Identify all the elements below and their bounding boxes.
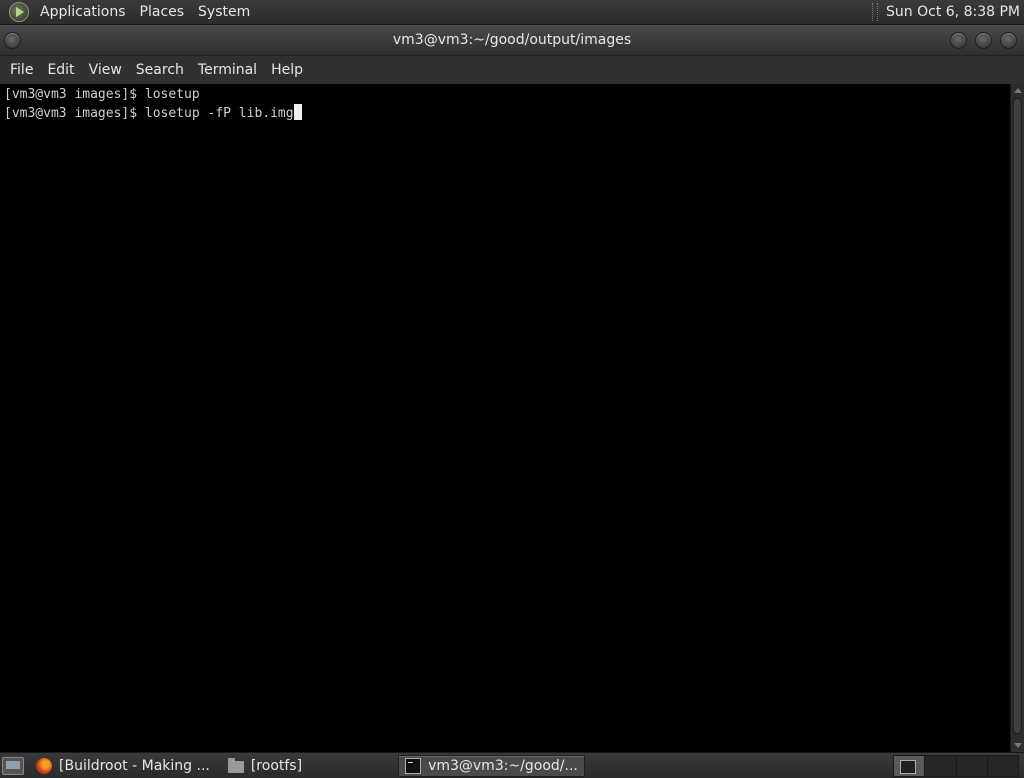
terminal-line-text: [vm3@vm3 images]$ losetup -fP lib.img bbox=[4, 106, 294, 121]
menu-file[interactable]: File bbox=[3, 56, 40, 84]
system-menu[interactable]: System bbox=[191, 0, 257, 24]
bottom-taskbar: [Buildroot - Making ... [rootfs] vm3@vm3… bbox=[0, 752, 1024, 778]
scroll-thumb[interactable] bbox=[1013, 98, 1022, 734]
close-button[interactable] bbox=[1000, 32, 1017, 49]
top-panel-menu: Applications Places System bbox=[33, 0, 257, 24]
places-menu[interactable]: Places bbox=[133, 0, 192, 24]
terminal-line-current: [vm3@vm3 images]$ losetup -fP lib.img bbox=[4, 104, 1010, 123]
task-terminal[interactable]: vm3@vm3:~/good/... bbox=[398, 754, 585, 777]
window-titlebar[interactable]: vm3@vm3:~/good/output/images bbox=[0, 25, 1024, 56]
menu-view[interactable]: View bbox=[82, 56, 129, 84]
workspace-4[interactable] bbox=[988, 756, 1018, 776]
menu-help[interactable]: Help bbox=[264, 56, 310, 84]
task-buildroot[interactable]: [Buildroot - Making ... bbox=[30, 755, 216, 777]
terminal-icon bbox=[405, 757, 422, 774]
firefox-icon bbox=[36, 757, 52, 774]
task-label: [rootfs] bbox=[250, 757, 303, 774]
applications-logo-icon[interactable] bbox=[9, 2, 29, 22]
window-menu-button[interactable] bbox=[4, 32, 21, 49]
workspace-switcher bbox=[893, 754, 1019, 777]
task-label: [Buildroot - Making ... bbox=[59, 757, 210, 774]
menubar: File Edit View Search Terminal Help bbox=[0, 56, 1024, 84]
scroll-down-icon[interactable] bbox=[1014, 743, 1022, 748]
window-title: vm3@vm3:~/good/output/images bbox=[392, 32, 632, 48]
task-label: vm3@vm3:~/good/... bbox=[428, 757, 578, 774]
terminal-cursor bbox=[293, 104, 302, 120]
applications-menu[interactable]: Applications bbox=[33, 0, 133, 24]
scroll-up-icon[interactable] bbox=[1014, 88, 1022, 93]
folder-icon bbox=[227, 757, 244, 773]
minimize-button[interactable] bbox=[950, 32, 967, 49]
workspace-3[interactable] bbox=[957, 755, 988, 776]
menu-search[interactable]: Search bbox=[129, 56, 191, 84]
workspace-2[interactable] bbox=[925, 755, 957, 776]
top-panel: Applications Places System Sun Oct 6, 8:… bbox=[0, 0, 1024, 25]
task-rootfs[interactable]: [rootfs] bbox=[222, 755, 308, 777]
clock-area: Sun Oct 6, 8:38 PM bbox=[872, 0, 1024, 25]
terminal-area[interactable]: [vm3@vm3 images]$ losetup [vm3@vm3 image… bbox=[0, 84, 1010, 752]
show-desktop-icon[interactable] bbox=[2, 756, 24, 775]
clock[interactable]: Sun Oct 6, 8:38 PM bbox=[886, 4, 1024, 20]
workspace-1[interactable] bbox=[894, 755, 926, 776]
maximize-button[interactable] bbox=[975, 32, 992, 49]
terminal-scrollbar[interactable] bbox=[1010, 84, 1024, 752]
menu-edit[interactable]: Edit bbox=[40, 56, 81, 84]
menu-terminal[interactable]: Terminal bbox=[191, 56, 264, 84]
terminal-line: [vm3@vm3 images]$ losetup bbox=[4, 87, 200, 102]
panel-separator bbox=[872, 3, 879, 21]
